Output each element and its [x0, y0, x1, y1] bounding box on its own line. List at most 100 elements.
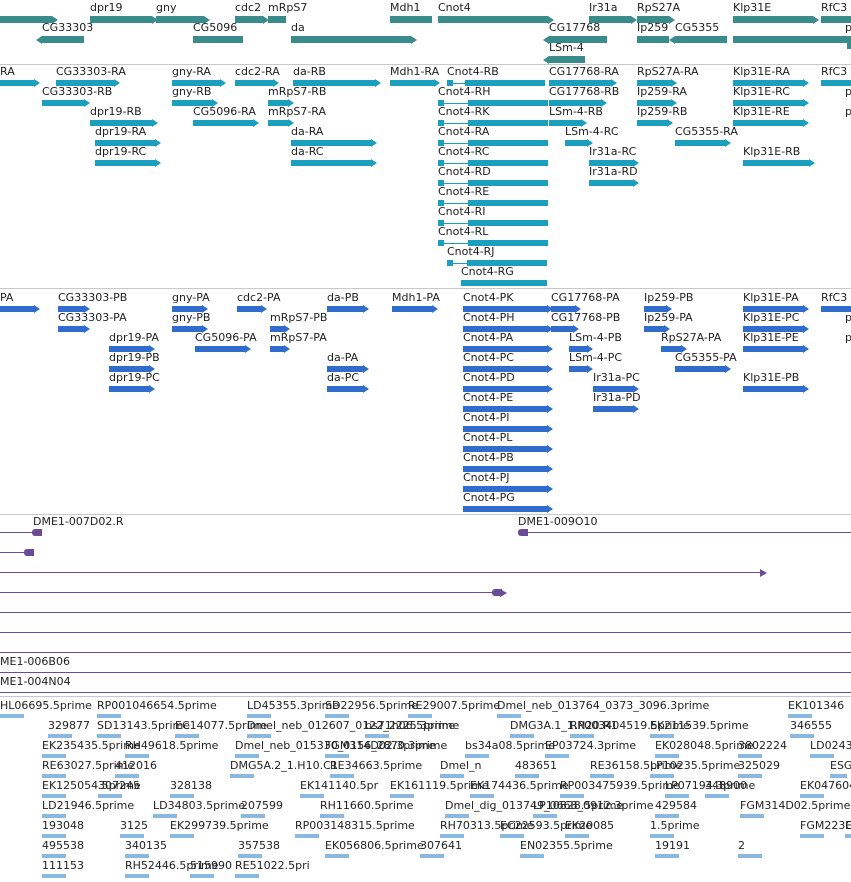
transcript-label: mRpS7-RA [268, 105, 327, 118]
est-feature [238, 854, 262, 858]
polypeptide-label: Cnot4-PB [463, 451, 514, 464]
strand-arrow-right [84, 325, 90, 333]
est-label: EK055103.5p [845, 819, 851, 832]
strand-arrow-right [363, 365, 369, 373]
clone-label: DME1-009O10 [518, 515, 598, 528]
gene-bar [847, 42, 851, 49]
transcript-label: Ip259-RB [637, 105, 688, 118]
polypeptide-label: Ip259-PB [644, 291, 694, 304]
polypeptide-label: CG33303-PB [58, 291, 128, 304]
transcript-label: Cnot4-RE [438, 185, 490, 198]
exon-block [467, 280, 547, 286]
gene-bar [733, 36, 851, 43]
polypeptide-label: Cnot4-PD [463, 371, 515, 384]
polypeptide-label: mRpS7-PA [270, 331, 327, 344]
est-label: 2 [738, 839, 745, 852]
strand-arrow-right [34, 305, 40, 313]
polypeptide-label: Cnot4-PI [463, 411, 510, 424]
est-label: 340135 [125, 839, 167, 852]
est-feature [650, 774, 674, 778]
strand-arrow-right [371, 159, 377, 167]
est-feature [125, 874, 149, 878]
transcript-label: gny-RA [172, 65, 211, 78]
strand-arrow-right [547, 365, 553, 373]
tr-bar [589, 180, 633, 186]
transcript-label: RpS27A-RA [637, 65, 699, 78]
transcript-label: Ir31a-RC [589, 145, 637, 158]
alignment-line [0, 652, 851, 653]
pp-bar [743, 346, 803, 352]
est-feature [408, 714, 432, 718]
est-feature [325, 754, 349, 758]
gene-bar [637, 36, 669, 43]
est-feature [650, 834, 674, 838]
polypeptide-label: PA [0, 291, 14, 304]
est-feature [845, 834, 851, 838]
est-label: 515990 [190, 859, 232, 872]
pp-bar [237, 306, 261, 312]
strand-arrow-right [803, 99, 809, 107]
transcript-label: Ip259-RA [637, 85, 687, 98]
est-feature [705, 794, 729, 798]
pp-bar [392, 306, 432, 312]
est-label: EN02355.5prime [520, 839, 613, 852]
est-feature [42, 794, 66, 798]
strand-arrow-right [253, 119, 259, 127]
polypeptide-label: Cnot4-PE [463, 391, 514, 404]
track-separator [0, 288, 851, 289]
est-feature [97, 734, 121, 738]
transcript-label: cdc2-RA [235, 65, 280, 78]
polypeptide-label: da-PA [327, 351, 359, 364]
polypeptide-label: p [845, 311, 851, 324]
est-label: 307641 [420, 839, 462, 852]
gene-label: CG5096 [193, 21, 238, 34]
est-label: LP10235.5prime [650, 759, 741, 772]
clone-label: DME1-007D02.R [33, 515, 124, 528]
est-feature [325, 854, 349, 858]
est-label: LD34803.5prime [153, 799, 246, 812]
strand-arrow-right [803, 119, 809, 127]
est-label: EK056806.5prime [325, 839, 424, 852]
est-label: FGM314D02.5prime [740, 799, 851, 812]
strand-arrow-right [261, 305, 267, 313]
alignment-line [0, 632, 851, 633]
polypeptide-label: dpr19-PB [109, 351, 160, 364]
tr-bar [743, 160, 809, 166]
est-feature [497, 714, 521, 718]
gene-label: LSm-4 [549, 41, 584, 54]
polypeptide-label: Mdh1-PA [392, 291, 440, 304]
est-feature [738, 774, 762, 778]
polypeptide-label: Cnot4-PJ [463, 471, 510, 484]
strand-arrow-right [547, 345, 553, 353]
est-feature [560, 794, 584, 798]
est-label: RH11660.5prime [320, 799, 414, 812]
polypeptide-label: gny-PB [172, 311, 211, 324]
est-feature [125, 854, 149, 858]
est-label: bs34a08.5prime [465, 739, 555, 752]
est-label: 412016 [115, 759, 157, 772]
est-feature [330, 774, 354, 778]
est-feature [655, 754, 679, 758]
strand-arrow-right [371, 139, 377, 147]
est-label: 325029 [738, 759, 780, 772]
est-label: 111153 [42, 859, 84, 872]
est-label: Dmel_neb_013764_0373_3096.3prime [497, 699, 710, 712]
est-label: 348900 [705, 779, 747, 792]
pp-bar [569, 366, 587, 372]
transcript-label: dpr19-RB [90, 105, 142, 118]
strand-arrow-right [432, 305, 438, 313]
polypeptide-label: Cnot4-PG [463, 491, 515, 504]
est-feature [665, 794, 689, 798]
est-label: 207599 [241, 799, 283, 812]
est-feature [565, 834, 589, 838]
polypeptide-label: Klp31E-PC [743, 311, 800, 324]
pp-bar [675, 366, 725, 372]
gene-label: gny [156, 1, 177, 14]
alignment-line [518, 532, 851, 533]
transcript-label: Cnot4-RL [438, 225, 489, 238]
est-label: SD22956.5prime [325, 699, 418, 712]
polypeptide-label: Ip259-PA [644, 311, 693, 324]
est-feature [440, 774, 464, 778]
tr-bar [565, 140, 587, 146]
transcript-label: dpr19-RA [95, 125, 147, 138]
